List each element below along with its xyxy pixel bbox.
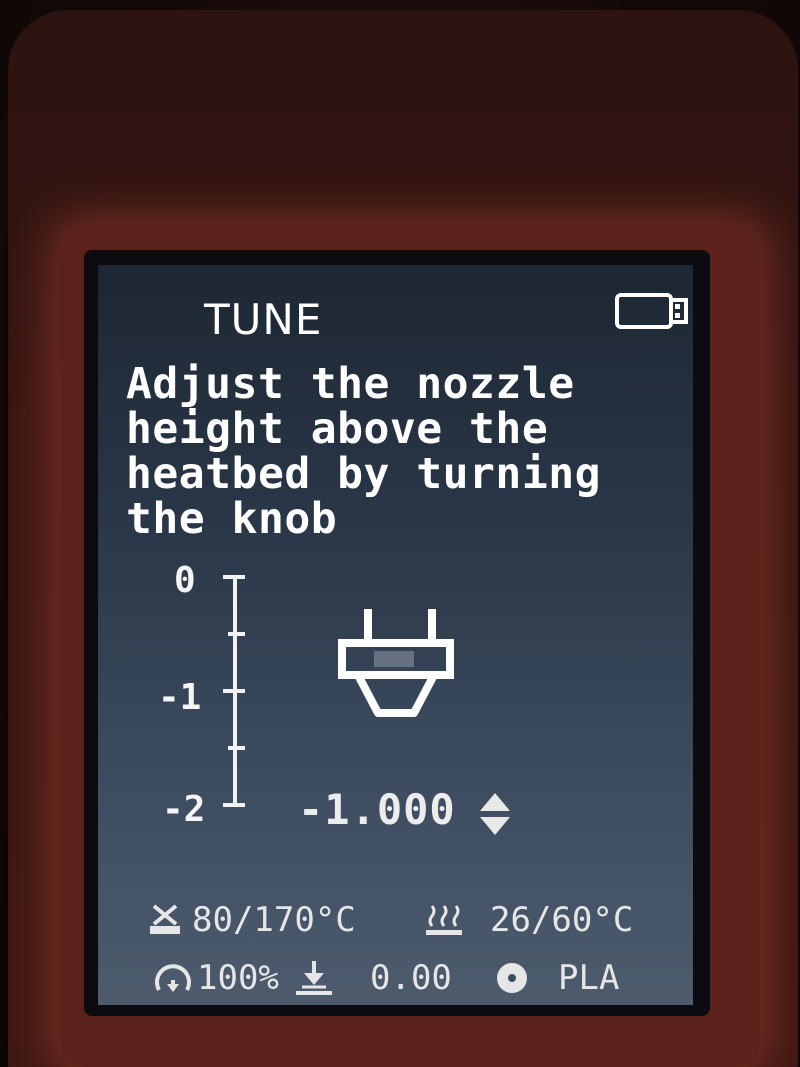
filament-status: PLA [494,953,619,1003]
lcd-screen: TUNE Adjust the nozzle height above the … [98,265,693,1005]
heatbed-icon [426,905,462,935]
filament-spool-icon [497,963,527,993]
nozzle-temp-icon [150,904,180,934]
printhead-icon [338,609,454,717]
z-axis-icon [296,961,332,995]
z-height-text: 0.00 [370,958,452,998]
nozzle-temp-text: 80/170°C [192,900,356,940]
bed-temp-status: 26/60°C [424,895,633,945]
z-offset-value[interactable]: -1.000 [298,785,456,834]
status-row-temperatures: 80/170°C 26/60°C [98,895,693,945]
status-row-print: 100% 0.00 PLA [98,953,693,1003]
speed-text: 100% [197,958,279,998]
z-height-status: 0.00 [294,953,452,1003]
speed-gauge-icon [155,964,191,992]
nozzle-temp-status: 80/170°C [148,895,356,945]
up-down-arrows-icon[interactable] [478,791,512,837]
speed-status: 100% [153,953,279,1003]
filament-text: PLA [558,958,620,998]
bed-temp-text: 26/60°C [490,900,634,940]
